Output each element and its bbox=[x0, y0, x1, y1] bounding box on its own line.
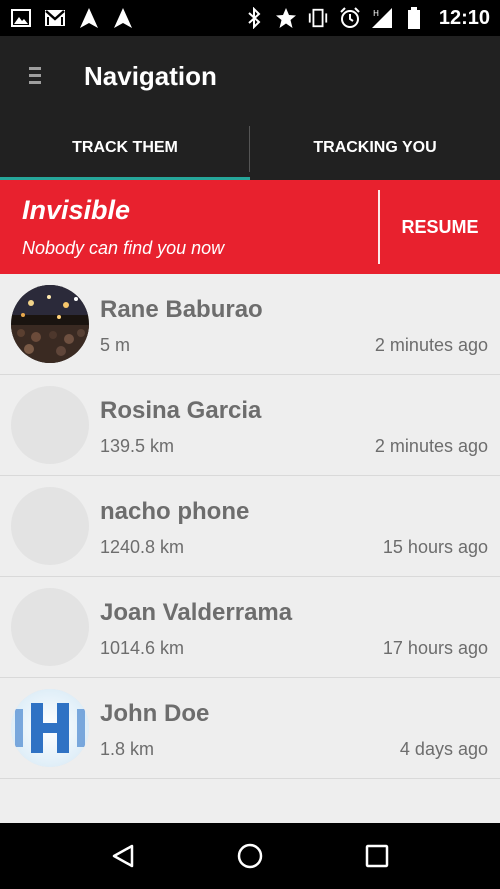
contact-last-seen: 17 hours ago bbox=[382, 638, 488, 658]
battery-icon bbox=[403, 7, 425, 29]
contact-distance: 139.5 km bbox=[100, 436, 175, 456]
avatar bbox=[11, 588, 89, 666]
contact-last-seen: 2 minutes ago bbox=[374, 436, 488, 456]
contact-distance: 1.8 km bbox=[100, 739, 155, 759]
signal-icon: H bbox=[371, 7, 393, 29]
contact-distance: 5 m bbox=[100, 335, 131, 355]
invisible-banner: Invisible Nobody can find you now RESUME bbox=[0, 180, 500, 274]
banner-divider bbox=[378, 190, 380, 264]
alarm-icon bbox=[339, 7, 361, 29]
contact-distance: 1014.6 km bbox=[100, 638, 185, 658]
svg-text:H: H bbox=[373, 9, 379, 18]
status-bar: H 12:10 bbox=[0, 0, 500, 36]
navigation-icon bbox=[78, 7, 100, 29]
avatar bbox=[11, 386, 89, 464]
back-icon[interactable] bbox=[98, 831, 148, 881]
clock: 12:10 bbox=[438, 6, 490, 29]
resume-button[interactable]: RESUME bbox=[380, 180, 500, 274]
contact-list: Rane Baburao 5 m 2 minutes ago Rosina Ga… bbox=[0, 274, 500, 779]
list-item[interactable]: Joan Valderrama 1014.6 km 17 hours ago bbox=[0, 577, 500, 678]
recents-icon[interactable] bbox=[352, 831, 402, 881]
contact-last-seen: 4 days ago bbox=[399, 739, 488, 759]
tab-label: TRACK THEM bbox=[72, 139, 178, 156]
banner-title: Invisible bbox=[22, 195, 131, 225]
contact-name: Joan Valderrama bbox=[100, 599, 293, 626]
app-bar: Navigation bbox=[0, 36, 500, 116]
list-item[interactable]: nacho phone 1240.8 km 15 hours ago bbox=[0, 476, 500, 577]
star-icon bbox=[275, 7, 297, 29]
contact-name: nacho phone bbox=[100, 498, 250, 525]
avatar bbox=[11, 689, 89, 767]
contact-name: Rosina Garcia bbox=[100, 397, 262, 424]
navigation-icon bbox=[112, 7, 134, 29]
contact-last-seen: 2 minutes ago bbox=[374, 335, 488, 355]
avatar bbox=[11, 285, 89, 363]
bluetooth-icon bbox=[243, 7, 265, 29]
system-nav-bar bbox=[0, 823, 500, 889]
list-item[interactable]: Rosina Garcia 139.5 km 2 minutes ago bbox=[0, 375, 500, 476]
list-item[interactable]: John Doe 1.8 km 4 days ago bbox=[0, 678, 500, 779]
avatar bbox=[11, 487, 89, 565]
tab-bar: TRACK THEM TRACKING YOU bbox=[0, 116, 500, 180]
contact-name: John Doe bbox=[100, 700, 210, 727]
page-title: Navigation bbox=[84, 60, 217, 91]
tab-divider bbox=[249, 126, 250, 172]
banner-subtitle: Nobody can find you now bbox=[22, 238, 225, 258]
vibrate-icon bbox=[307, 7, 329, 29]
home-icon[interactable] bbox=[225, 831, 275, 881]
contact-distance: 1240.8 km bbox=[100, 537, 185, 557]
list-item[interactable]: Rane Baburao 5 m 2 minutes ago bbox=[0, 274, 500, 375]
contact-name: Rane Baburao bbox=[100, 296, 263, 323]
tab-tracking-you[interactable]: TRACKING YOU bbox=[250, 116, 500, 180]
contact-last-seen: 15 hours ago bbox=[382, 537, 488, 557]
image-icon bbox=[10, 7, 32, 29]
tab-track-them[interactable]: TRACK THEM bbox=[0, 116, 250, 180]
hamburger-menu-icon[interactable] bbox=[0, 36, 70, 116]
gmail-icon bbox=[44, 7, 66, 29]
tab-label: TRACKING YOU bbox=[313, 139, 437, 156]
